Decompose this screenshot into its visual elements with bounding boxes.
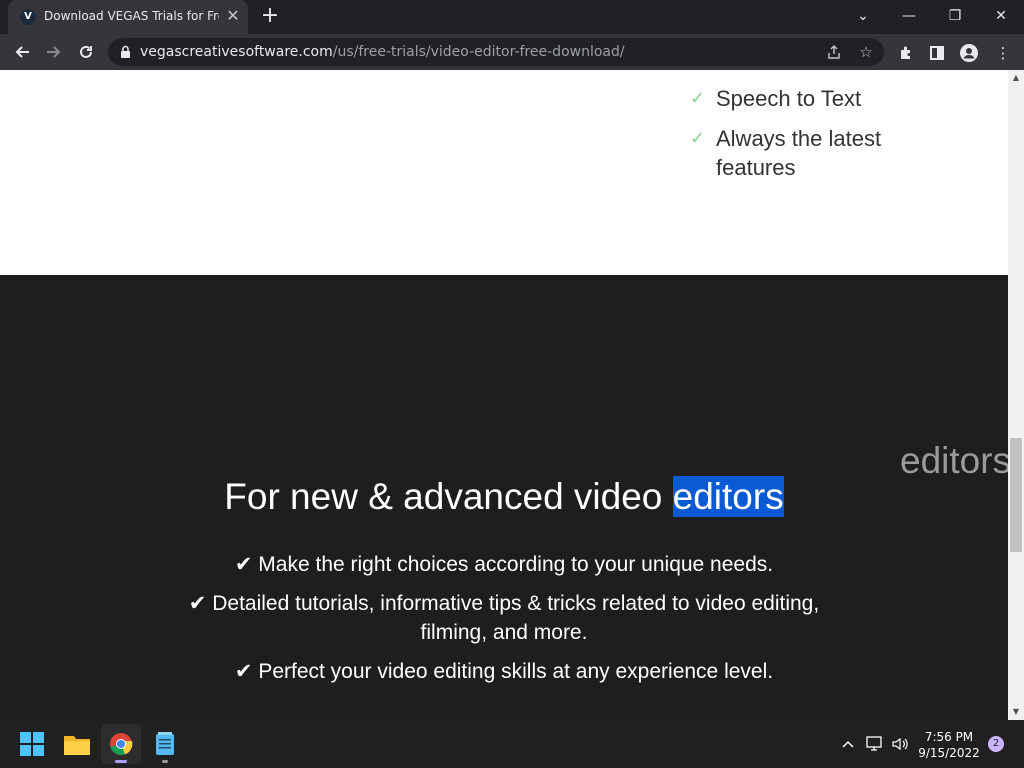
feature-text: Speech to Text bbox=[716, 86, 862, 111]
menu-icon[interactable]: ⋮ bbox=[992, 42, 1014, 64]
clock-time: 7:56 PM bbox=[924, 730, 974, 744]
star-icon[interactable]: ☆ bbox=[856, 42, 876, 62]
forward-icon[interactable] bbox=[40, 38, 68, 66]
notepad-icon[interactable] bbox=[145, 724, 185, 764]
scroll-down-icon[interactable]: ▼ bbox=[1008, 704, 1024, 720]
scroll-up-icon[interactable]: ▲ bbox=[1008, 70, 1024, 86]
reload-icon[interactable] bbox=[72, 38, 100, 66]
windows-start-icon[interactable] bbox=[12, 724, 52, 764]
feature-text: Always the latest features bbox=[716, 126, 882, 180]
back-icon[interactable] bbox=[8, 38, 36, 66]
headline-selected-text[interactable]: editors bbox=[672, 476, 784, 517]
section-headline: For new & advanced video editors bbox=[0, 473, 1008, 521]
network-icon[interactable] bbox=[864, 734, 884, 754]
features-section: ✓ Speech to Text ✓ Always the latest fea… bbox=[0, 70, 1008, 275]
volume-icon[interactable] bbox=[890, 734, 910, 754]
browser-toolbar: vegascreativesoftware.com/us/free-trials… bbox=[0, 34, 1024, 70]
headline-text: For new & advanced video bbox=[224, 476, 673, 517]
bullet-item: ✔ Make the right choices according to yo… bbox=[234, 553, 774, 576]
title-bar: V Download VEGAS Trials for Free | ✕ + ⌄… bbox=[0, 0, 1024, 34]
restore-button[interactable]: ❐ bbox=[932, 0, 978, 34]
tray-overflow-chevron-icon[interactable] bbox=[838, 734, 858, 754]
share-icon[interactable] bbox=[824, 42, 844, 62]
active-app-indicator bbox=[115, 760, 127, 763]
bullet-item: ✔ Detailed tutorials, informative tips &… bbox=[188, 592, 820, 644]
running-app-indicator bbox=[162, 760, 168, 763]
check-icon: ✓ bbox=[690, 88, 706, 108]
file-explorer-icon[interactable] bbox=[57, 724, 97, 764]
url-text[interactable]: vegascreativesoftware.com/us/free-trials… bbox=[140, 44, 625, 60]
tab-title: Download VEGAS Trials for Free | bbox=[44, 9, 219, 23]
url-host: vegascreativesoftware.com bbox=[140, 44, 333, 60]
close-window-button[interactable]: ✕ bbox=[978, 0, 1024, 34]
browser-tab[interactable]: V Download VEGAS Trials for Free | ✕ bbox=[8, 0, 248, 34]
minimize-button[interactable]: — bbox=[886, 0, 932, 34]
address-bar[interactable]: vegascreativesoftware.com/us/free-trials… bbox=[108, 38, 884, 66]
chrome-icon[interactable] bbox=[101, 724, 141, 764]
notification-badge[interactable]: 2 bbox=[988, 736, 1004, 752]
extensions-icon[interactable] bbox=[895, 42, 917, 64]
bullet-item: ✔ Perfect your video editing skills at a… bbox=[234, 660, 774, 683]
clock-date: 9/15/2022 bbox=[918, 746, 980, 760]
lock-icon[interactable] bbox=[120, 45, 131, 59]
clock[interactable]: 7:56 PM 9/15/2022 bbox=[912, 729, 986, 761]
profile-icon[interactable] bbox=[958, 42, 980, 64]
editors-section: editors For new & advanced video editors… bbox=[0, 275, 1008, 720]
page-viewport: ✓ Speech to Text ✓ Always the latest fea… bbox=[0, 70, 1008, 720]
scrollbar-thumb[interactable] bbox=[1010, 438, 1022, 552]
side-panel-icon[interactable] bbox=[926, 42, 948, 64]
tab-search-dropdown-button[interactable]: ⌄ bbox=[840, 0, 886, 34]
vegas-favicon-icon: V bbox=[20, 9, 36, 25]
tab-close-icon[interactable]: ✕ bbox=[224, 7, 242, 25]
check-icon: ✓ bbox=[690, 128, 706, 148]
page-scrollbar[interactable]: ▲ ▼ bbox=[1008, 70, 1024, 720]
new-tab-button[interactable]: + bbox=[257, 4, 283, 30]
url-path: /us/free-trials/video-editor-free-downlo… bbox=[332, 44, 625, 60]
windows-taskbar: 7:56 PM 9/15/2022 2 bbox=[0, 720, 1024, 768]
